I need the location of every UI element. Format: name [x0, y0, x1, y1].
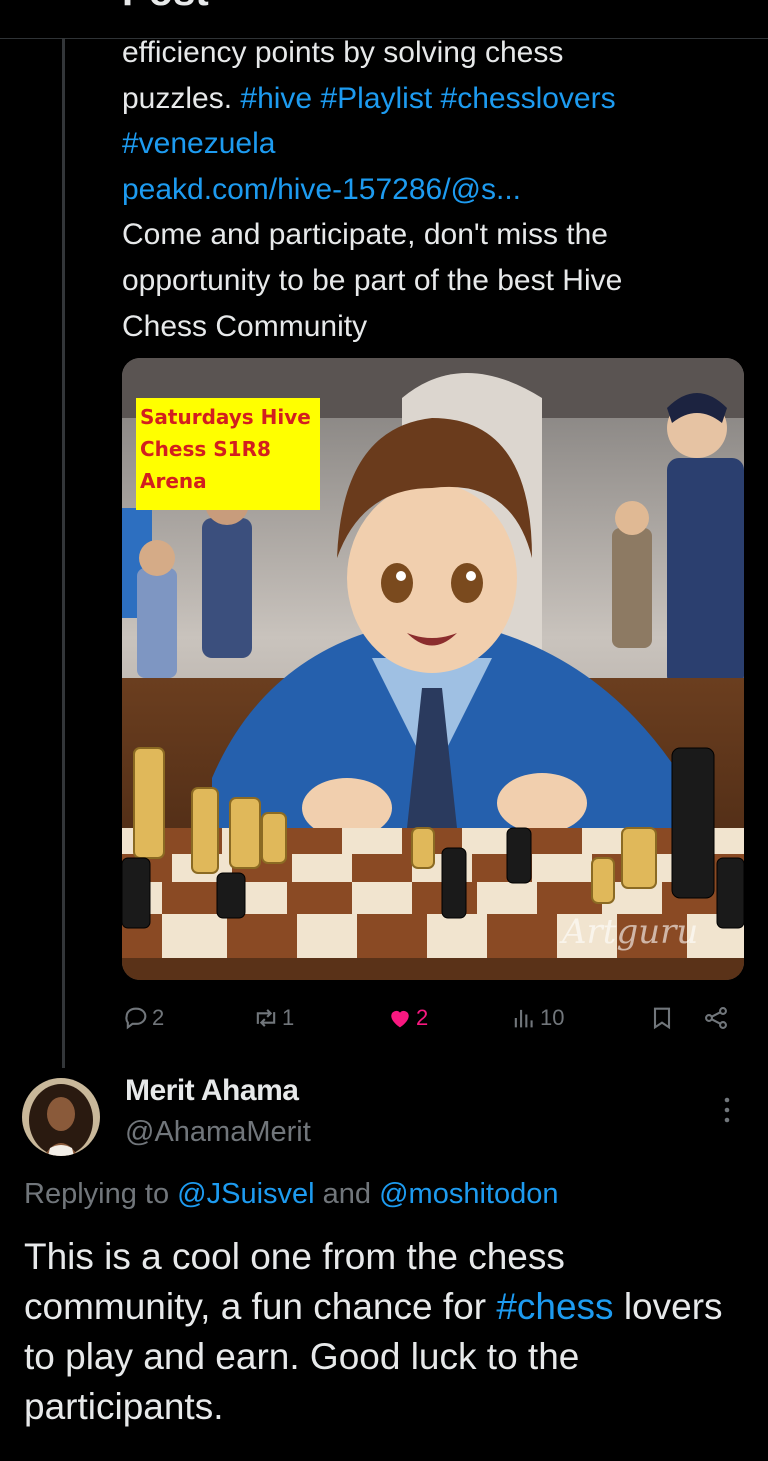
reply-author-name[interactable]: Merit Ahama	[125, 1074, 299, 1108]
banner-line-2: Chess S1R8	[140, 437, 271, 461]
reply-author-handle[interactable]: @AhamaMerit	[125, 1116, 311, 1149]
bookmark-button[interactable]	[648, 998, 678, 1038]
replying-prefix: Replying to	[24, 1178, 178, 1210]
post-line-1: efficiency points by solving chess	[122, 36, 564, 69]
repost-icon	[256, 1009, 276, 1027]
repost-button[interactable]: 1	[252, 998, 294, 1038]
views-button[interactable]: 10	[510, 998, 564, 1038]
post-line-2: puzzles. #hive #Playlist #chesslovers	[122, 76, 742, 122]
bg-figure	[202, 518, 252, 658]
reply-button[interactable]: 2	[122, 998, 164, 1038]
post-line-5: Come and participate, don't miss the	[122, 218, 608, 252]
heart-icon	[391, 1010, 409, 1028]
avatar[interactable]	[22, 1078, 100, 1156]
more-vertical-icon	[724, 1097, 730, 1123]
post-image[interactable]: Saturdays Hive Chess S1R8 Arena Artguru	[122, 358, 744, 980]
post-line-3: #venezuela	[122, 121, 742, 167]
post-line-6: opportunity to be part of the best Hive	[122, 263, 623, 297]
reply-text-a: This is a cool one from the chess commun…	[24, 1236, 565, 1327]
thread-line	[62, 38, 65, 1068]
more-options-button[interactable]	[712, 1090, 742, 1130]
hashtag-chesslovers[interactable]: #chesslovers	[441, 82, 616, 115]
post-actions: 2 1 2 10	[122, 998, 742, 1038]
banner-line-1: Saturdays Hive	[140, 405, 311, 429]
views-count: 10	[540, 1005, 565, 1030]
hashtag-playlist[interactable]: #Playlist	[320, 82, 432, 115]
hashtag-venezuela[interactable]: #venezuela	[122, 127, 275, 160]
share-button[interactable]	[702, 998, 732, 1038]
reply-count: 2	[152, 1005, 165, 1030]
reply-text: This is a cool one from the chess commun…	[24, 1232, 744, 1432]
hashtag-hive[interactable]: #hive	[240, 82, 312, 115]
bookmark-icon	[653, 1007, 671, 1030]
post-text: efficiency points by solving chess puzzl…	[122, 30, 742, 349]
post-text-fragment: puzzles.	[122, 81, 241, 115]
image-watermark: Artguru	[559, 912, 698, 952]
reply-icon	[125, 1007, 147, 1030]
hashtag-chess[interactable]: #chess	[496, 1286, 613, 1327]
post-line-4: peakd.com/hive-157286/@s...	[122, 167, 742, 213]
header-title: Post	[122, 0, 209, 15]
like-button[interactable]: 2	[386, 998, 428, 1038]
like-count: 2	[416, 1005, 429, 1030]
replying-and: and	[314, 1178, 380, 1210]
views-icon	[514, 1009, 533, 1028]
post-line-7: Chess Community	[122, 309, 368, 343]
mention-moshitodon[interactable]: @moshitodon	[379, 1178, 558, 1210]
replying-to: Replying to @JSuisvel and @moshitodon	[24, 1178, 558, 1211]
mention-jsuisvel[interactable]: @JSuisvel	[177, 1178, 314, 1210]
banner-line-3: Arena	[140, 469, 207, 493]
post-url-link[interactable]: peakd.com/hive-157286/@s...	[122, 173, 521, 206]
repost-count: 1	[282, 1005, 295, 1030]
share-icon	[705, 1007, 727, 1029]
